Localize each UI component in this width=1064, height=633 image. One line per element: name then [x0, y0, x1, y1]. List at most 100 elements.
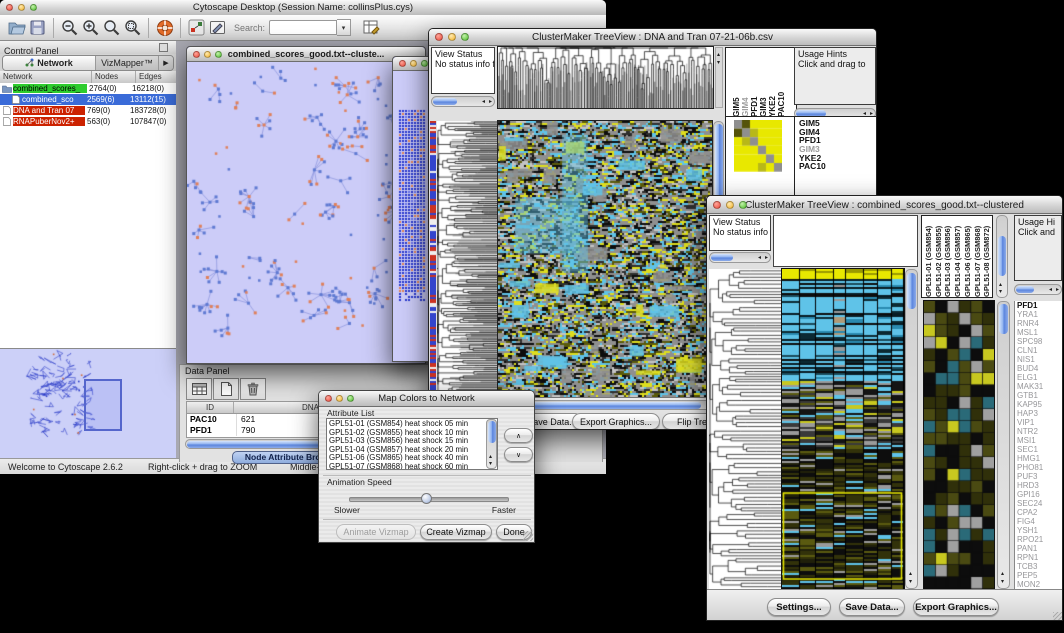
network-window-titlebar[interactable]: combined_scores_good.txt--cluste...	[187, 47, 425, 62]
gene-label[interactable]: SEC1	[1017, 445, 1063, 454]
minimize-button[interactable]	[18, 4, 25, 11]
gene-label[interactable]: PAN1	[1017, 544, 1063, 553]
gene-label[interactable]: SPC98	[1017, 337, 1063, 346]
gene-label[interactable]: FIG4	[1017, 517, 1063, 526]
view-status-scrollbar[interactable]: ◂▸	[709, 252, 771, 263]
column-dendrogram-canvas[interactable]	[498, 47, 713, 108]
treeview2-titlebar[interactable]: ClusterMaker TreeView : combined_scores_…	[707, 196, 1062, 214]
open-session-icon[interactable]	[6, 17, 27, 38]
network-canvas[interactable]	[187, 61, 425, 363]
gene-label[interactable]: HMG1	[1017, 454, 1063, 463]
gene-label[interactable]: RNR4	[1017, 319, 1063, 328]
main-titlebar[interactable]: Cytoscape Desktop (Session Name: collins…	[0, 0, 606, 16]
move-attribute-up-button[interactable]: ∧	[504, 428, 533, 443]
zoom-fit-icon[interactable]	[101, 17, 122, 38]
slider-thumb[interactable]	[421, 493, 432, 504]
gene-label[interactable]: PFD1	[1017, 301, 1063, 310]
overview-viewport-rect[interactable]	[84, 379, 122, 431]
attribute-list-item[interactable]: GPL51-02 (GSM855) heat shock 10 min	[329, 429, 495, 438]
close-button[interactable]	[713, 201, 721, 209]
treeview1-titlebar[interactable]: ClusterMaker TreeView : DNA and Tran 07-…	[429, 29, 876, 46]
animate-vizmap-button[interactable]: Animate Vizmap	[336, 524, 416, 540]
search-input[interactable]	[269, 20, 337, 35]
column-label[interactable]: GPL51-04 (GSM857)	[953, 216, 963, 297]
export-graphics-button[interactable]: Export Graphics...	[572, 413, 660, 430]
network-row-selected[interactable]: combined_sco 2569(6) 13112(15)	[0, 94, 176, 105]
zoom-button[interactable]	[421, 60, 428, 67]
attribute-list-item[interactable]: GPL51-01 (GSM854) heat shock 05 min	[329, 420, 495, 429]
attribute-list-item[interactable]: GPL51-06 (GSM865) heat shock 40 min	[329, 454, 495, 463]
column-label[interactable]: GPL51-01 (GSM854)	[924, 216, 934, 297]
gene-label[interactable]: CLN1	[1017, 346, 1063, 355]
column-header-edges[interactable]: Edges	[136, 71, 176, 83]
help-lifering-icon[interactable]	[154, 17, 175, 38]
gene-label[interactable]: PHO81	[1017, 463, 1063, 472]
minimize-button[interactable]	[726, 201, 734, 209]
gene-label[interactable]: GPI16	[1017, 490, 1063, 499]
zoom-button[interactable]	[30, 4, 37, 11]
float-panel-icon[interactable]	[159, 43, 168, 52]
attribute-list-item[interactable]: GPL51-04 (GSM857) heat shock 20 min	[329, 446, 495, 455]
close-button[interactable]	[193, 51, 200, 58]
settings-button[interactable]: Settings...	[767, 598, 831, 616]
gene-label[interactable]: VIP1	[1017, 418, 1063, 427]
zoom-selected-icon[interactable]	[122, 17, 143, 38]
gene-label[interactable]: PEP5	[1017, 571, 1063, 580]
row-dendrogram-canvas[interactable]	[437, 121, 498, 397]
delete-attribute-button[interactable]	[240, 378, 266, 400]
column-label[interactable]: GPL51-08 (GSM872)	[982, 216, 992, 297]
attribute-list-item[interactable]: GPL51-03 (GSM856) heat shock 15 min	[329, 437, 495, 446]
column-label[interactable]: PFD1	[750, 48, 759, 117]
gene-label[interactable]: HAP3	[1017, 409, 1063, 418]
gene-label[interactable]: PUF3	[1017, 472, 1063, 481]
gene-label[interactable]: RPN1	[1017, 553, 1063, 562]
network-overview-panel[interactable]	[0, 348, 176, 458]
gene-label[interactable]: RPO21	[1017, 535, 1063, 544]
gene-label[interactable]: ELG1	[1017, 373, 1063, 382]
attribute-list-vscrollbar[interactable]: ▴▾	[486, 419, 497, 469]
zoomed-heatmap-canvas[interactable]	[924, 301, 994, 589]
create-vizmap-button[interactable]: Create Vizmap	[420, 524, 492, 540]
attribute-listbox[interactable]: GPL51-01 (GSM854) heat shock 05 minGPL51…	[326, 418, 498, 470]
gene-label[interactable]: SEC24	[1017, 499, 1063, 508]
similarity-matrix-canvas[interactable]	[734, 120, 782, 172]
tab-overflow-arrow[interactable]: ▶	[159, 56, 173, 70]
column-header-nodes[interactable]: Nodes	[92, 71, 136, 83]
save-session-icon[interactable]	[27, 17, 48, 38]
row-label[interactable]: PAC10	[799, 162, 826, 171]
modify-network-icon[interactable]	[186, 17, 207, 38]
heatmap-canvas[interactable]	[498, 121, 712, 397]
column-tree-scroll-strip[interactable]: ▴▾	[715, 47, 723, 108]
zoom-button[interactable]	[739, 201, 747, 209]
attribute-browser-icon[interactable]	[361, 17, 382, 38]
column-label[interactable]: PAC10	[777, 48, 786, 117]
zoom-out-icon[interactable]	[59, 17, 80, 38]
minimize-button[interactable]	[410, 60, 417, 67]
gene-label[interactable]: KAP95	[1017, 400, 1063, 409]
row-dendrogram-canvas[interactable]	[709, 269, 782, 589]
usage-hints-scrollbar[interactable]: ◂▸	[1014, 284, 1062, 295]
zoom-button[interactable]	[215, 51, 222, 58]
column-label[interactable]: GIM4	[741, 48, 750, 117]
column-header-network[interactable]: Network	[0, 71, 92, 83]
attribute-list-item[interactable]: GPL51-07 (GSM868) heat shock 60 min	[329, 463, 495, 470]
network-row[interactable]: combined_scores_ 2764(0) 16218(0)	[0, 83, 176, 94]
close-button[interactable]	[399, 60, 406, 67]
close-button[interactable]	[435, 33, 443, 41]
dialog-titlebar[interactable]: Map Colors to Network	[319, 391, 534, 407]
view-status-scrollbar[interactable]: ◂▸	[431, 96, 495, 107]
column-labels-vscrollbar[interactable]: ▴▾	[996, 215, 1008, 298]
gene-label[interactable]: CPA2	[1017, 508, 1063, 517]
dense-network-canvas[interactable]	[398, 108, 428, 304]
zoom-in-icon[interactable]	[80, 17, 101, 38]
attr-column-id[interactable]: ID	[187, 402, 234, 413]
zoom-button[interactable]	[461, 33, 469, 41]
column-label[interactable]: GIM3	[759, 48, 768, 117]
zoomed-heatmap-vscrollbar[interactable]: ▴▾	[997, 301, 1010, 589]
gene-label[interactable]: YRA1	[1017, 310, 1063, 319]
minimize-button[interactable]	[448, 33, 456, 41]
network-row[interactable]: DNA and Tran 07 769(0) 183728(0)	[0, 105, 176, 116]
gene-label[interactable]: NIS1	[1017, 355, 1063, 364]
new-attribute-button[interactable]	[213, 378, 239, 400]
create-table-button[interactable]	[186, 378, 212, 400]
